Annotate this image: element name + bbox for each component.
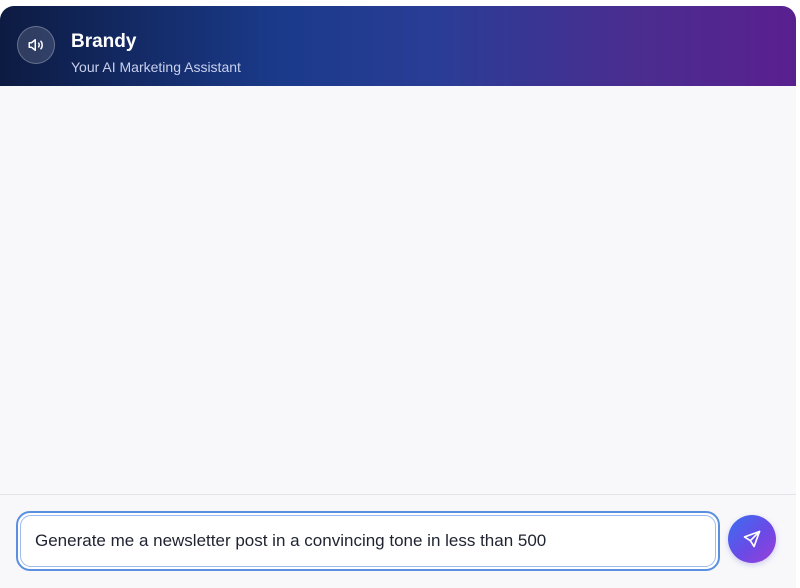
- message-input[interactable]: [21, 516, 715, 566]
- send-icon: [743, 530, 761, 548]
- send-button[interactable]: [728, 515, 776, 563]
- assistant-tagline: Your AI Marketing Assistant: [71, 59, 241, 75]
- speaker-icon: [28, 39, 43, 51]
- chat-header: Brandy Your AI Marketing Assistant: [0, 6, 796, 86]
- assistant-name: Brandy: [71, 31, 137, 52]
- message-composer: [0, 495, 796, 588]
- message-input-frame: [20, 515, 716, 567]
- speaker-toggle-button[interactable]: [17, 26, 55, 64]
- message-input-container: [16, 511, 720, 571]
- chat-app: Brandy Your AI Marketing Assistant: [0, 0, 800, 588]
- message-list[interactable]: [0, 86, 796, 494]
